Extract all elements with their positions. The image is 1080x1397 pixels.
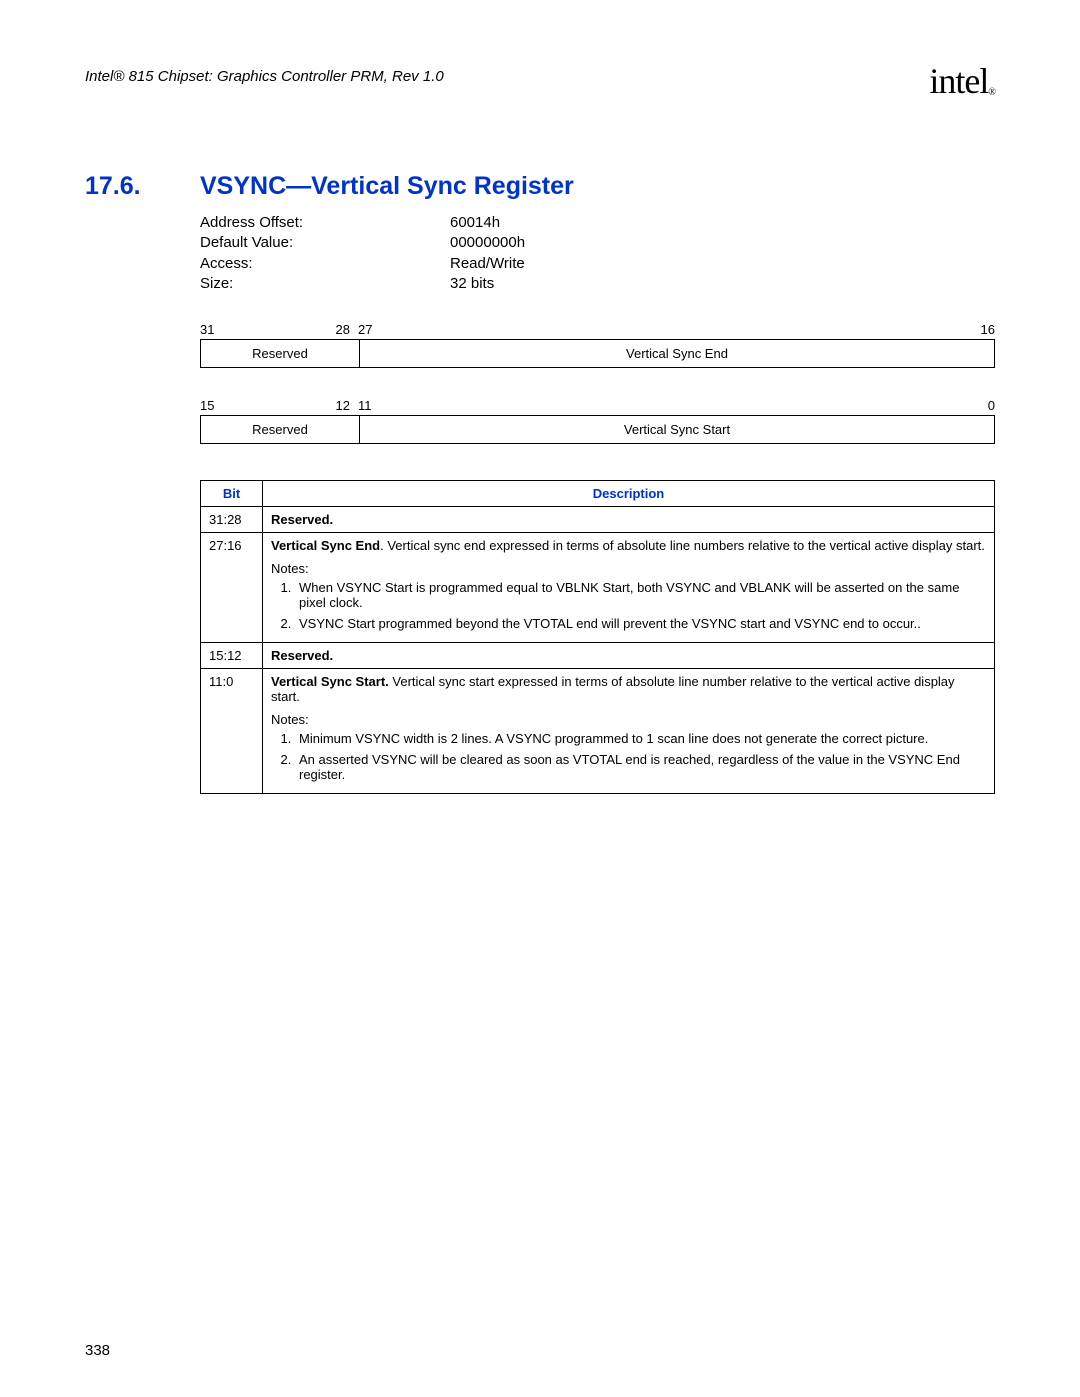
- bit-diagram-lower: 15 12 11 0 Reserved Vertical Sync Start: [200, 398, 995, 444]
- registered-icon: ®: [988, 87, 995, 98]
- notes-label: Notes:: [271, 712, 986, 727]
- logo-text: intel: [929, 61, 988, 101]
- prop-value: Read/Write: [450, 254, 525, 274]
- section-title: VSYNC—Vertical Sync Register: [200, 172, 574, 200]
- bit-range: 31:28: [201, 507, 263, 533]
- table-header-description: Description: [263, 481, 995, 507]
- bit-num: 27: [354, 322, 388, 337]
- bit-range: 11:0: [201, 669, 263, 794]
- desc-title: Vertical Sync End: [271, 538, 380, 553]
- prop-value: 00000000h: [450, 233, 525, 253]
- table-row: 31:28 Reserved.: [201, 507, 995, 533]
- bit-description-table: Bit Description 31:28 Reserved. 27:16 Ve…: [200, 480, 995, 794]
- bit-diagram-upper: 31 28 27 16 Reserved Vertical Sync End: [200, 322, 995, 368]
- bit-num: 31: [200, 322, 220, 337]
- bit-field: Reserved: [201, 340, 360, 367]
- section-heading: 17.6.VSYNC—Vertical Sync Register: [85, 172, 995, 201]
- bit-num: 0: [970, 398, 995, 413]
- prop-label: Size:: [200, 274, 450, 294]
- bit-range: 27:16: [201, 533, 263, 643]
- bit-num: 15: [200, 398, 220, 413]
- desc-title: Vertical Sync Start.: [271, 674, 389, 689]
- bit-field: Reserved: [201, 416, 360, 443]
- table-header-bit: Bit: [201, 481, 263, 507]
- intel-logo: intel®: [929, 60, 995, 102]
- bit-num: 28: [220, 322, 354, 337]
- desc-title: Reserved.: [271, 648, 333, 663]
- page: Intel® 815 Chipset: Graphics Controller …: [0, 0, 1080, 1397]
- notes-label: Notes:: [271, 561, 986, 576]
- prop-value: 60014h: [450, 213, 500, 233]
- note-item: Minimum VSYNC width is 2 lines. A VSYNC …: [295, 731, 986, 746]
- table-row: 15:12 Reserved.: [201, 643, 995, 669]
- prop-value: 32 bits: [450, 274, 494, 294]
- bit-num: 12: [220, 398, 354, 413]
- note-item: An asserted VSYNC will be cleared as soo…: [295, 752, 986, 782]
- note-item: VSYNC Start programmed beyond the VTOTAL…: [295, 616, 986, 631]
- bit-num: 16: [970, 322, 995, 337]
- table-row: 11:0 Vertical Sync Start. Vertical sync …: [201, 669, 995, 794]
- note-item: When VSYNC Start is programmed equal to …: [295, 580, 986, 610]
- prop-label: Access:: [200, 254, 450, 274]
- page-header: Intel® 815 Chipset: Graphics Controller …: [85, 60, 995, 102]
- prop-label: Default Value:: [200, 233, 450, 253]
- bit-num: 11: [354, 398, 388, 413]
- bit-range: 15:12: [201, 643, 263, 669]
- desc-text: . Vertical sync end expressed in terms o…: [380, 538, 985, 553]
- section-number: 17.6.: [85, 172, 200, 201]
- table-row: 27:16 Vertical Sync End. Vertical sync e…: [201, 533, 995, 643]
- bit-field: Vertical Sync Start: [360, 416, 994, 443]
- bit-field: Vertical Sync End: [360, 340, 994, 367]
- prop-label: Address Offset:: [200, 213, 450, 233]
- page-number: 338: [85, 1342, 110, 1359]
- register-properties: Address Offset: 60014h Default Value: 00…: [200, 213, 995, 294]
- desc-title: Reserved.: [271, 512, 333, 527]
- document-title: Intel® 815 Chipset: Graphics Controller …: [85, 60, 444, 85]
